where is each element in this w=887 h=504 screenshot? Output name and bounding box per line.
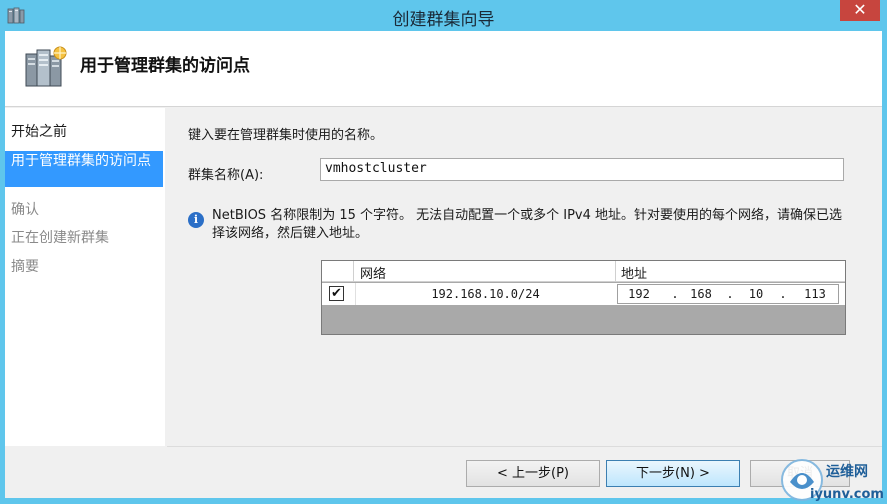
close-icon: ✕ — [853, 0, 867, 19]
nav-step-confirm: 确认 — [11, 202, 39, 218]
ip-dot: . — [779, 287, 787, 301]
table-row: ✔ 192.168.10.0/24 192 . 168 . 10 . 113 — [322, 283, 845, 305]
nav-step-creating-cluster: 正在创建新群集 — [11, 230, 109, 246]
title-bar[interactable]: 创建群集向导 ✕ — [0, 0, 887, 31]
ip-octet-3[interactable]: 10 — [737, 287, 775, 301]
wizard-steps-nav: 开始之前 用于管理群集的访问点 确认 正在创建新群集 摘要 — [5, 108, 165, 446]
window-title: 创建群集向导 — [392, 10, 495, 30]
ip-octet-1[interactable]: 192 — [620, 287, 658, 301]
info-icon: i — [188, 212, 204, 228]
watermark-brand: 运维网 — [826, 463, 868, 480]
nav-step-before-you-begin[interactable]: 开始之前 — [5, 124, 163, 140]
nav-step-access-point[interactable]: 用于管理群集的访问点 — [5, 151, 163, 187]
watermark-url: iyunv.com — [810, 487, 884, 502]
check-mark-icon: ✔ — [331, 286, 342, 301]
previous-button[interactable]: < 上一步(P) — [466, 460, 600, 487]
column-divider[interactable] — [615, 261, 616, 282]
wizard-client-area: 用于管理群集的访问点 开始之前 用于管理群集的访问点 确认 正在创建新群集 摘要… — [5, 31, 882, 498]
ipv4-address-input[interactable]: 192 . 168 . 10 . 113 — [617, 284, 839, 304]
cluster-name-label: 群集名称(A): — [188, 168, 264, 183]
network-column-header[interactable]: 网络 — [355, 263, 615, 282]
instruction-text: 键入要在管理群集时使用的名称。 — [188, 128, 384, 143]
close-button[interactable]: ✕ — [840, 0, 880, 21]
info-message: NetBIOS 名称限制为 15 个字符。 无法自动配置一个或多个 IPv4 地… — [212, 208, 843, 241]
page-title: 用于管理群集的访问点 — [80, 56, 250, 76]
wizard-window: 创建群集向导 ✕ 用于管理群集的访问点 开始之前 用于管理群集的访问点 确认 正… — [0, 0, 887, 504]
select-column-header — [322, 261, 354, 282]
network-select-checkbox[interactable]: ✔ — [329, 286, 344, 301]
address-column-header[interactable]: 地址 — [617, 263, 837, 282]
wizard-content: 键入要在管理群集时使用的名称。 群集名称(A): vmhostcluster i… — [167, 108, 882, 446]
wizard-footer: < 上一步(P) 下一步(N) > 取消 — [167, 446, 882, 498]
next-button[interactable]: 下一步(N) > — [606, 460, 740, 487]
ip-octet-4[interactable]: 113 — [796, 287, 834, 301]
watermark-logo: 运维网 iyunv.com — [781, 459, 884, 502]
cluster-name-input[interactable]: vmhostcluster — [320, 158, 844, 181]
ip-dot: . — [671, 287, 679, 301]
server-cluster-icon — [25, 46, 67, 87]
wizard-header: 用于管理群集的访问点 — [5, 31, 882, 107]
nav-step-summary: 摘要 — [11, 259, 39, 275]
ip-octet-2[interactable]: 168 — [682, 287, 720, 301]
ip-dot: . — [726, 287, 734, 301]
network-table: 网络 地址 ✔ 192.168.10.0/24 192 . 168 . 10 .… — [321, 260, 846, 335]
network-cell: 192.168.10.0/24 — [355, 283, 615, 305]
network-table-header: 网络 地址 — [322, 261, 845, 282]
